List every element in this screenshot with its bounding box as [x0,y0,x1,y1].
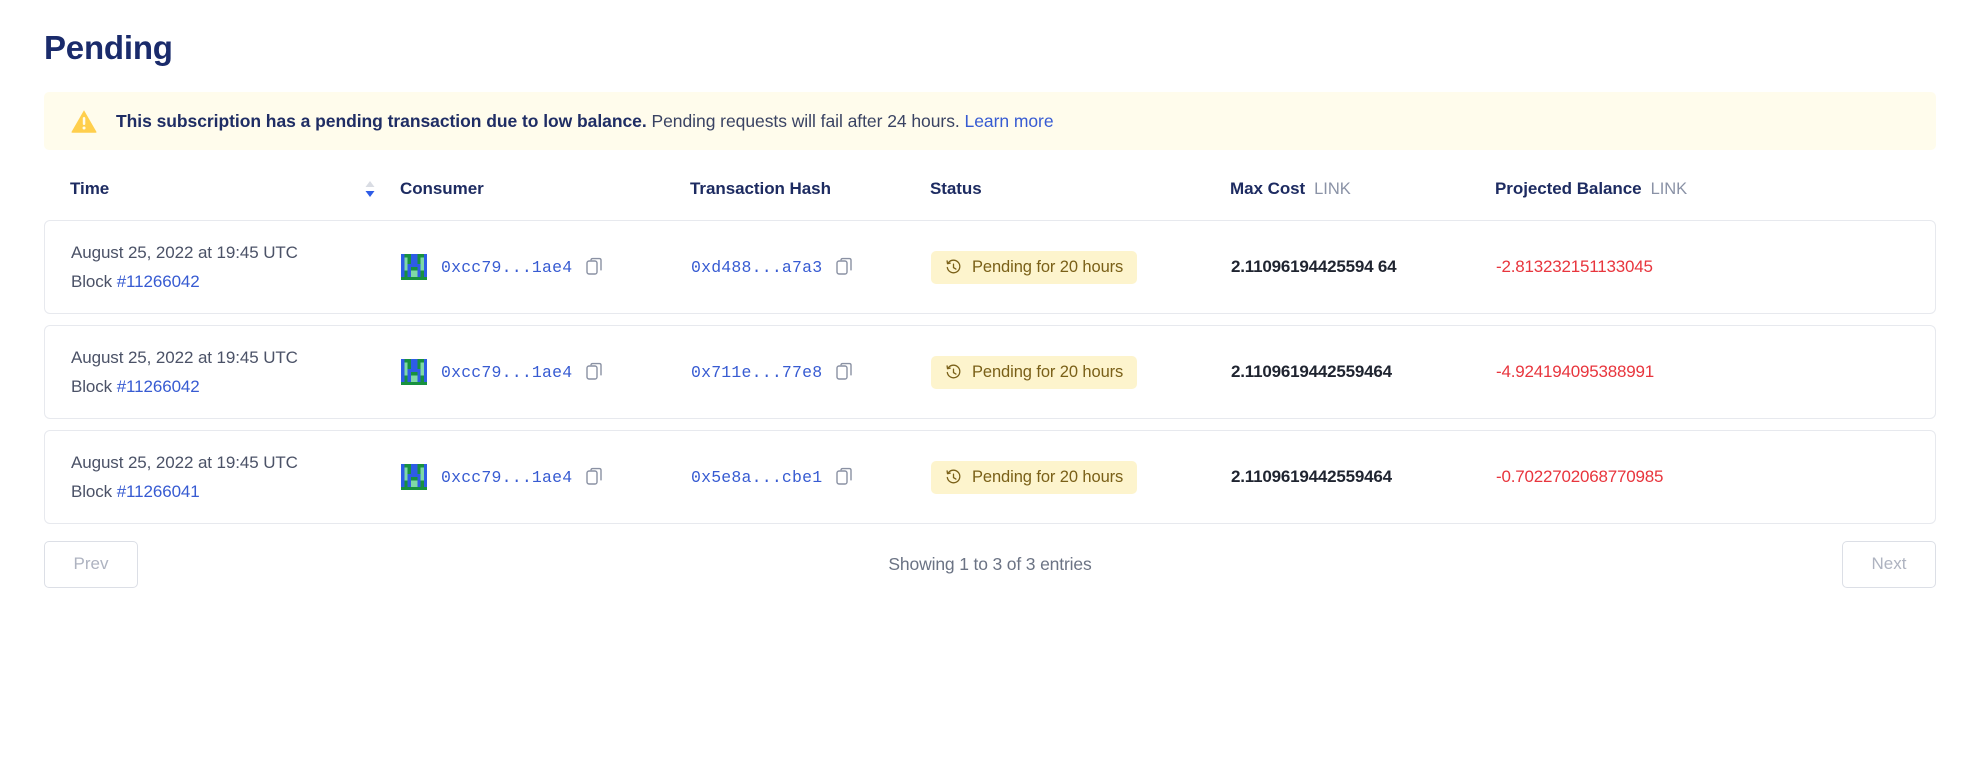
page-title: Pending [44,29,173,66]
copy-icon[interactable] [586,362,604,382]
status-badge: Pending for 20 hours [931,250,1138,284]
block-label: Block [71,377,113,396]
column-header-time[interactable]: Time [70,179,400,199]
status-label: Pending for 20 hours [972,362,1124,381]
table-row[interactable]: August 25, 2022 at 19:45 UTC Block #1126… [44,430,1936,524]
cell-time: August 25, 2022 at 19:45 UTC Block #1126… [71,238,401,296]
clock-icon [945,259,962,276]
clock-icon [945,469,962,486]
table-row[interactable]: August 25, 2022 at 19:45 UTC Block #1126… [44,220,1936,314]
cell-projected-balance: -2.813232151133045 [1496,257,1653,276]
column-header-status: Status [930,179,1230,199]
column-header-max-cost: Max Cost LINK [1230,179,1495,199]
next-page-button[interactable]: Next [1842,540,1936,588]
banner-message: This subscription has a pending transact… [116,110,1054,132]
banner-message-bold: This subscription has a pending transact… [116,111,647,131]
row-block: Block #11266042 [71,267,401,296]
table-row[interactable]: August 25, 2022 at 19:45 UTC Block #1126… [44,325,1936,419]
cell-status: Pending for 20 hours [931,250,1231,284]
cell-status: Pending for 20 hours [931,355,1231,389]
transaction-hash-link[interactable]: 0xd488...a7a3 [691,258,822,277]
block-number-link[interactable]: #11266041 [117,482,200,501]
consumer-address-link[interactable]: 0xcc79...1ae4 [441,363,572,382]
pagination: Prev Showing 1 to 3 of 3 entries Next [44,536,1936,592]
table-header-row: Time Consumer Transaction Hash Status Ma… [44,158,1936,220]
column-header-consumer: Consumer [400,179,690,199]
cell-projected-balance: -0.7022702068770985 [1496,467,1664,486]
status-badge: Pending for 20 hours [931,460,1138,494]
row-timestamp: August 25, 2022 at 19:45 UTC [71,243,298,262]
cell-status: Pending for 20 hours [931,460,1231,494]
copy-icon[interactable] [836,467,854,487]
block-number-link[interactable]: #11266042 [117,272,200,291]
column-header-consumer-label: Consumer [400,179,484,198]
pending-transactions-table: Time Consumer Transaction Hash Status Ma… [44,158,1936,524]
block-label: Block [71,272,113,291]
column-header-status-label: Status [930,179,982,198]
transaction-hash-link[interactable]: 0x711e...77e8 [691,363,822,382]
prev-page-button[interactable]: Prev [44,540,138,588]
column-header-projected-balance-label: Projected Balance [1495,179,1642,198]
cell-transaction-hash: 0xd488...a7a3 [691,257,931,277]
row-block: Block #11266042 [71,372,401,401]
copy-icon[interactable] [836,362,854,382]
pending-transactions-page: Pending This subscription has a pending … [0,0,1980,758]
column-header-time-label: Time [70,179,110,198]
consumer-address-link[interactable]: 0xcc79...1ae4 [441,468,572,487]
copy-icon[interactable] [586,257,604,277]
column-header-max-cost-label: Max Cost [1230,179,1306,198]
cell-consumer: 0xcc79...1ae4 [401,464,691,490]
copy-icon[interactable] [836,257,854,277]
row-timestamp: August 25, 2022 at 19:45 UTC [71,348,298,367]
transaction-hash-link[interactable]: 0x5e8a...cbe1 [691,468,822,487]
cell-max-cost: 2.1109619442559464 [1231,362,1392,381]
learn-more-link[interactable]: Learn more [965,111,1054,131]
cell-consumer: 0xcc79...1ae4 [401,254,691,280]
cell-transaction-hash: 0x5e8a...cbe1 [691,467,931,487]
status-badge: Pending for 20 hours [931,355,1138,389]
cell-projected-balance: -4.924194095388991 [1496,362,1655,381]
low-balance-warning-banner: This subscription has a pending transact… [44,92,1936,150]
status-label: Pending for 20 hours [972,467,1124,486]
cell-max-cost: 2.1109619442559464 [1231,467,1392,486]
warning-triangle-icon [70,107,98,135]
copy-icon[interactable] [586,467,604,487]
column-header-max-cost-unit: LINK [1314,179,1351,198]
block-number-link[interactable]: #11266042 [117,377,200,396]
sort-descending-icon[interactable] [364,179,376,199]
banner-message-rest: Pending requests will fail after 24 hour… [651,111,960,131]
column-header-projected-balance-unit: LINK [1650,179,1688,198]
column-header-transaction-hash-label: Transaction Hash [690,179,831,198]
pagination-summary: Showing 1 to 3 of 3 entries [888,553,1092,574]
consumer-address-link[interactable]: 0xcc79...1ae4 [441,258,572,277]
identicon-avatar [401,359,427,385]
cell-transaction-hash: 0x711e...77e8 [691,362,931,382]
row-block: Block #11266041 [71,477,401,506]
identicon-avatar [401,464,427,490]
column-header-transaction-hash: Transaction Hash [690,179,930,199]
column-header-projected-balance: Projected Balance LINK [1495,179,1910,199]
block-label: Block [71,482,113,501]
identicon-avatar [401,254,427,280]
clock-icon [945,364,962,381]
cell-time: August 25, 2022 at 19:45 UTC Block #1126… [71,448,401,506]
row-timestamp: August 25, 2022 at 19:45 UTC [71,453,298,472]
status-label: Pending for 20 hours [972,257,1124,276]
cell-consumer: 0xcc79...1ae4 [401,359,691,385]
cell-max-cost: 2.11096194425594 64 [1231,257,1397,276]
cell-time: August 25, 2022 at 19:45 UTC Block #1126… [71,343,401,401]
